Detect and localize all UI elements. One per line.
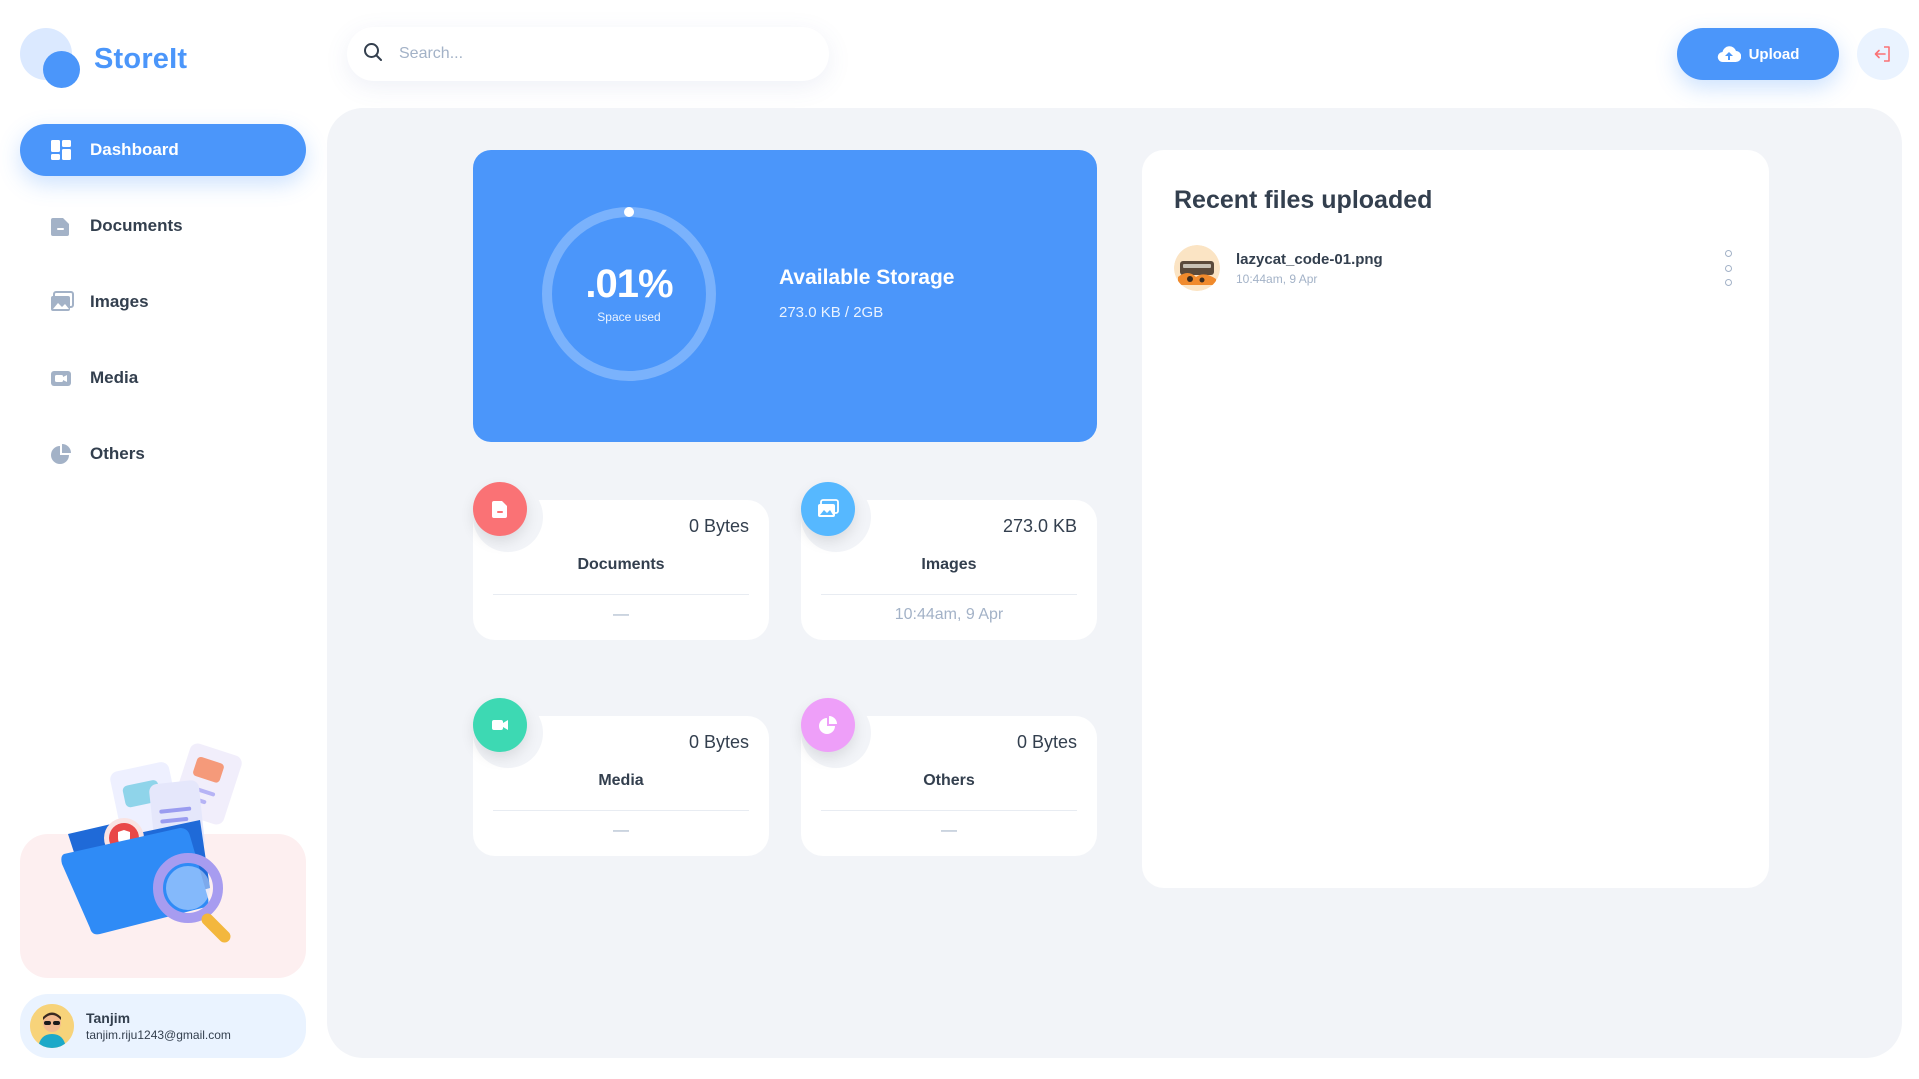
sidebar-item-label: Dashboard [90, 140, 179, 159]
summary-size: 0 Bytes [1016, 732, 1077, 752]
files-folder-magnifier-illustration [60, 738, 270, 948]
summary-date: — [941, 822, 957, 839]
search-input[interactable] [397, 44, 797, 64]
image-icon [50, 291, 74, 313]
file-name: lazycat_code-01.png [1236, 250, 1383, 268]
list-item[interactable]: lazycat_code-01.png 10:44am, 9 Apr [1174, 244, 1738, 292]
divider [493, 810, 749, 811]
video-icon [50, 367, 72, 389]
sidebar-item-dashboard[interactable]: Dashboard [20, 124, 306, 176]
logout-button[interactable] [1857, 28, 1909, 80]
app-name: StoreIt [94, 42, 188, 75]
summary-card-others[interactable]: 0 Bytes Others — [801, 698, 1097, 856]
summary-label: Media [598, 772, 644, 789]
file-thumbnail [1174, 245, 1220, 291]
summary-size: 273.0 KB [1002, 516, 1077, 536]
summary-date: 10:44am, 9 Apr [894, 606, 1004, 623]
document-icon [50, 215, 72, 237]
dashboard-icon [50, 139, 72, 161]
summary-card-media[interactable]: 0 Bytes Media — [473, 698, 769, 856]
video-icon [473, 698, 527, 752]
sidebar-item-label: Media [90, 368, 139, 387]
search-icon [363, 42, 383, 67]
recent-files-title: Recent files uploaded [1174, 186, 1433, 214]
upload-label: Upload [1748, 45, 1800, 63]
user-profile-card[interactable]: Tanjim tanjim.riju1243@gmail.com [20, 994, 306, 1058]
sidebar-item-others[interactable]: Others [20, 428, 306, 480]
divider [493, 594, 749, 595]
avatar [30, 1004, 74, 1048]
pie-chart-icon [801, 698, 855, 752]
user-email: tanjim.riju1243@gmail.com [86, 1028, 231, 1042]
search-bar[interactable] [347, 27, 829, 81]
sidebar-item-label: Others [90, 444, 145, 463]
sidebar-item-media[interactable]: Media [20, 352, 306, 404]
summary-card-documents[interactable]: 0 Bytes Documents — [473, 482, 769, 640]
divider [821, 594, 1077, 595]
sidebar-item-documents[interactable]: Documents [20, 200, 306, 252]
logo-icon [20, 28, 82, 90]
summary-label: Images [921, 556, 977, 573]
sidebar-item-label: Images [90, 292, 149, 311]
summary-label: Documents [577, 556, 665, 573]
recent-files-panel: Recent files uploaded lazycat_code-01.pn… [1142, 150, 1769, 888]
user-name: Tanjim [86, 1010, 131, 1026]
storage-usage: 273.0 KB / 2GB [779, 304, 884, 321]
logout-icon [1874, 46, 1890, 62]
cloud-upload-icon [1717, 46, 1741, 63]
summary-label: Others [923, 772, 975, 789]
more-options-icon[interactable] [1718, 250, 1738, 286]
dashboard-main: .01% Space used Available Storage 273.0 … [327, 108, 1902, 1058]
upload-button[interactable]: Upload [1677, 28, 1839, 80]
image-icon [801, 482, 855, 536]
app-logo[interactable]: StoreIt [20, 28, 187, 90]
divider [821, 810, 1077, 811]
summary-date: — [613, 822, 629, 839]
summary-date: — [613, 606, 629, 623]
storage-ring-caption: Space used [597, 310, 661, 324]
file-time: 10:44am, 9 Apr [1236, 271, 1318, 286]
storage-title: Available Storage [779, 266, 955, 289]
storage-summary-card: .01% Space used Available Storage 273.0 … [473, 150, 1097, 442]
storage-percent: .01% [585, 262, 673, 306]
summary-card-images[interactable]: 273.0 KB Images 10:44am, 9 Apr [801, 482, 1097, 640]
pie-chart-icon [50, 443, 72, 465]
sidebar-item-images[interactable]: Images [20, 276, 306, 328]
sidebar-item-label: Documents [90, 216, 183, 235]
sidebar-nav: Dashboard Documents Images Media Others [20, 124, 306, 504]
summary-size: 0 Bytes [688, 732, 749, 752]
document-icon [473, 482, 527, 536]
summary-size: 0 Bytes [688, 516, 749, 536]
